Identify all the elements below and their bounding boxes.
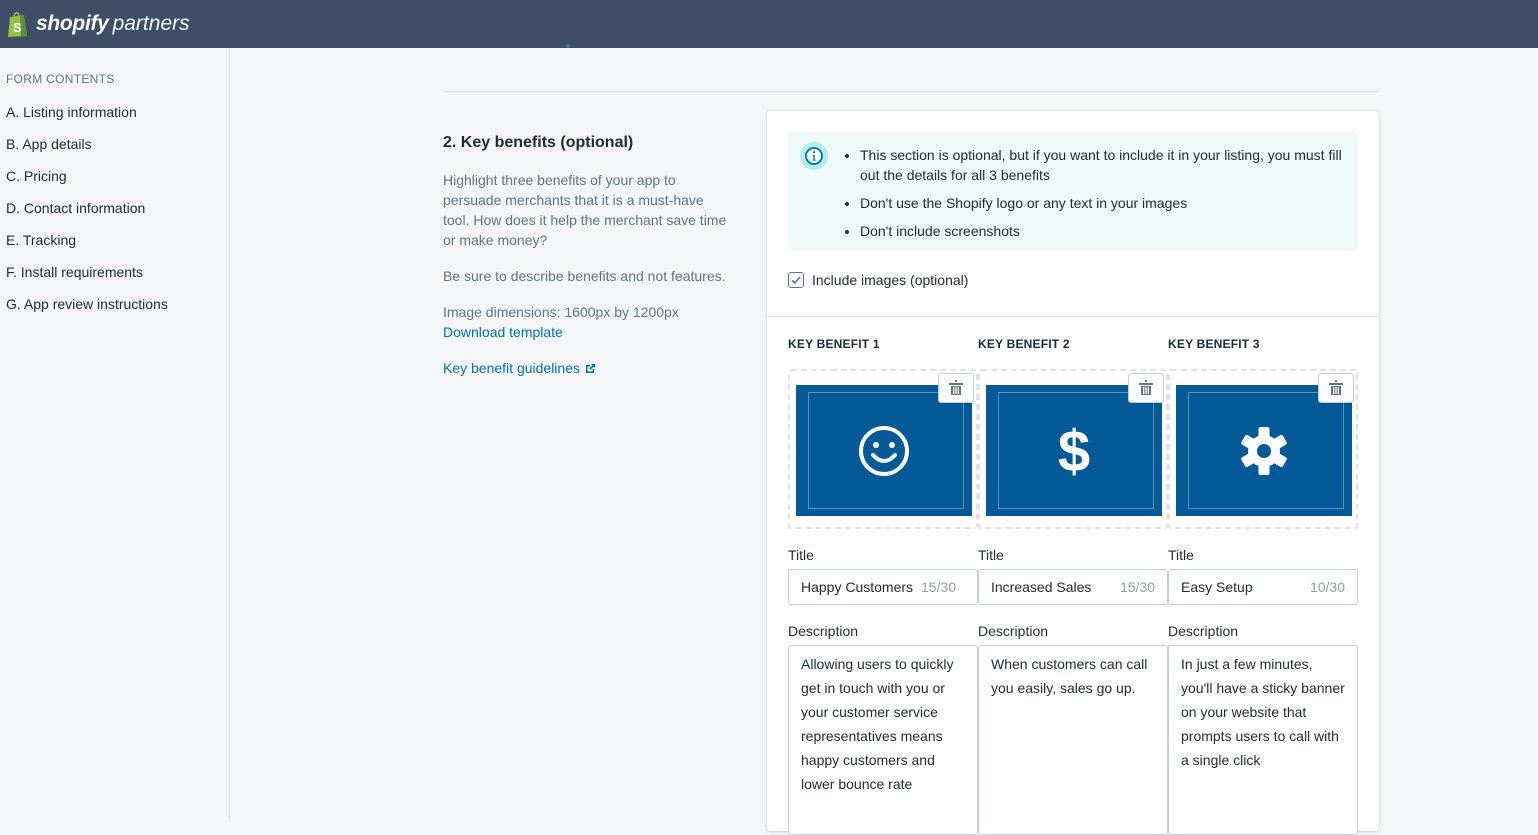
- image-glyph-container: [796, 385, 972, 516]
- benefit-heading: KEY BENEFIT 1: [788, 337, 880, 351]
- shopify-partners-logo[interactable]: S shopify partners: [6, 10, 190, 38]
- description-label: Description: [788, 623, 859, 639]
- image-dropzone[interactable]: $: [978, 369, 1168, 529]
- image-dimensions-text: Image dimensions: 1600px by 1200px: [443, 304, 679, 320]
- delete-image-button[interactable]: [938, 373, 974, 403]
- sidebar-heading: FORM CONTENTS: [6, 72, 115, 86]
- benefit-heading: KEY BENEFIT 2: [978, 337, 1070, 351]
- include-images-label: Include images (optional): [812, 272, 969, 288]
- banner-item: This section is optional, but if you wan…: [860, 145, 1350, 185]
- key-benefit-1: KEY BENEFIT 1: [788, 337, 978, 529]
- title-value: Happy Customers: [801, 579, 913, 595]
- svg-text:S: S: [13, 20, 22, 35]
- sidebar-item-app-details[interactable]: B. App details: [6, 136, 92, 152]
- benefit-2-description-textarea[interactable]: When customers can call you easily, sale…: [978, 645, 1168, 835]
- description-label: Description: [1168, 623, 1239, 639]
- section-divider: [443, 91, 1379, 92]
- dollar-icon: $: [1058, 421, 1090, 481]
- title-label: Title: [1168, 547, 1194, 563]
- section-paragraph-2: Be sure to describe benefits and not fea…: [443, 268, 726, 284]
- key-benefit-3: KEY BENEFIT 3: [1168, 337, 1358, 529]
- character-count: 10/30: [1309, 579, 1345, 595]
- download-template-link[interactable]: Download template: [443, 322, 563, 342]
- benefit-3-title-input[interactable]: Easy Setup 10/30: [1168, 569, 1358, 605]
- benefit-image: [796, 385, 972, 516]
- delete-image-button[interactable]: [1318, 373, 1354, 403]
- benefit-1-description-textarea[interactable]: Allowing users to quickly get in touch w…: [788, 645, 978, 835]
- title-value: Easy Setup: [1181, 579, 1253, 595]
- sidebar-item-listing-information[interactable]: A. Listing information: [6, 104, 137, 120]
- delete-image-button[interactable]: [1128, 373, 1164, 403]
- image-dropzone[interactable]: [1168, 369, 1358, 529]
- key-benefit-2: KEY BENEFIT 2 $: [978, 337, 1168, 529]
- gear-icon: [1241, 426, 1287, 475]
- checkbox-box[interactable]: [788, 272, 804, 288]
- title-label: Title: [788, 547, 814, 563]
- title-value: Increased Sales: [991, 579, 1092, 595]
- sidebar-item-pricing[interactable]: C. Pricing: [6, 168, 67, 184]
- top-bar: S shopify partners: [0, 0, 1538, 48]
- title-label: Title: [978, 547, 1004, 563]
- key-benefits-card: This section is optional, but if you wan…: [767, 111, 1379, 835]
- trash-icon: [1329, 380, 1343, 395]
- banner-item: Don't use the Shopify logo or any text i…: [860, 193, 1350, 213]
- svg-text:$: $: [1058, 421, 1090, 481]
- section-paragraph-1: Highlight three benefits of your app to …: [443, 172, 727, 248]
- benefit-1-title-input[interactable]: Happy Customers 15/30: [788, 569, 978, 605]
- checkmark-icon: [791, 276, 801, 285]
- sidebar-item-app-review-instructions[interactable]: G. App review instructions: [6, 296, 168, 312]
- section-title: 2. Key benefits (optional): [443, 134, 634, 151]
- character-count: 15/30: [1119, 579, 1155, 595]
- external-link-icon: [586, 363, 595, 373]
- benefit-image: [1176, 385, 1352, 516]
- sidebar-item-contact-information[interactable]: D. Contact information: [6, 200, 145, 216]
- trash-icon: [1139, 380, 1153, 395]
- character-count: 15/30: [921, 579, 957, 595]
- image-dropzone[interactable]: [788, 369, 978, 529]
- image-glyph-container: $: [986, 385, 1162, 516]
- card-divider: [767, 316, 1379, 317]
- benefit-heading: KEY BENEFIT 3: [1168, 337, 1260, 351]
- guidelines-link-text: Key benefit guidelines: [443, 360, 580, 376]
- section-description: 2. Key benefits (optional) Highlight thr…: [443, 134, 733, 378]
- form-contents-sidebar: FORM CONTENTS A. Listing information B. …: [0, 48, 230, 822]
- benefit-3-description-textarea[interactable]: In just a few minutes, you'll have a sti…: [1168, 645, 1358, 835]
- sidebar-item-tracking[interactable]: E. Tracking: [6, 232, 76, 248]
- include-images-checkbox[interactable]: Include images (optional): [788, 272, 968, 288]
- logo-product-text: partners: [112, 12, 190, 35]
- shopify-bag-icon: S: [8, 11, 27, 37]
- benefit-image: $: [986, 385, 1162, 516]
- clipped-content-fragment: [566, 44, 570, 48]
- description-label: Description: [978, 623, 1049, 639]
- logo-brand-text: shopify: [36, 12, 109, 35]
- key-benefit-guidelines-link[interactable]: Key benefit guidelines: [443, 358, 733, 378]
- smiley-icon: [859, 425, 909, 476]
- banner-item: Don't include screenshots: [860, 221, 1350, 241]
- info-banner: This section is optional, but if you wan…: [788, 132, 1358, 251]
- image-glyph-container: [1176, 385, 1352, 516]
- sidebar-item-install-requirements[interactable]: F. Install requirements: [6, 264, 143, 280]
- trash-icon: [949, 380, 963, 395]
- benefit-2-title-input[interactable]: Increased Sales 15/30: [978, 569, 1168, 605]
- info-icon: [800, 142, 828, 170]
